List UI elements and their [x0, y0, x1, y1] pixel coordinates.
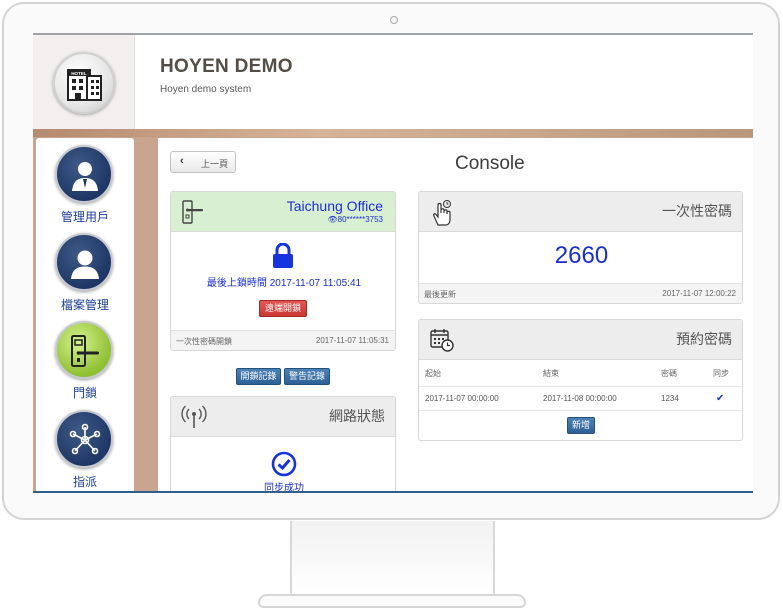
- network-panel-header: 網路狀態: [171, 397, 395, 437]
- reservation-end: 2017-11-08 00:00:00: [537, 386, 655, 411]
- network-panel: 網路狀態 同步成功: [170, 396, 396, 493]
- lock-panel-footer: 一次性密碼開鎖 2017-11-07 11:05:31: [171, 330, 395, 350]
- lock-panel-header: Taichung Office 👁80******3753: [171, 192, 395, 232]
- device-id: 👁80******3753: [327, 215, 383, 224]
- touch-hand-icon: [433, 200, 451, 226]
- reservation-code: 1234: [655, 386, 707, 411]
- lock-panel: Taichung Office 👁80******3753 最後上鎖時間 201…: [170, 191, 396, 351]
- sidebar: 管理用戶 檔案管理 門鎖 指派: [36, 138, 134, 491]
- checkmark-icon: ✔: [707, 386, 742, 411]
- main-content: ‹ 上一頁 Console Taichung Office 👁80******3…: [158, 138, 753, 493]
- app-header: HOTEL HOYEN DEMO Hoyen demo system: [33, 33, 753, 131]
- unlock-records-button[interactable]: 開鎖記錄: [236, 368, 281, 385]
- door-lock-icon: [55, 321, 113, 379]
- profile-icon: [55, 233, 113, 291]
- reservation-start: 2017-11-07 00:00:00: [419, 386, 537, 411]
- network-panel-title: 網路狀態: [329, 408, 385, 424]
- hotel-logo[interactable]: HOTEL: [53, 52, 115, 114]
- svg-text:HOTEL: HOTEL: [71, 71, 87, 76]
- remote-unlock-button[interactable]: 遠端開鎖: [259, 300, 307, 317]
- sidebar-item-users[interactable]: 管理用戶: [36, 142, 134, 230]
- sidebar-item-door-lock[interactable]: 門鎖: [36, 318, 134, 406]
- signal-icon: [181, 405, 207, 428]
- reservation-panel-header: 預約密碼: [419, 320, 742, 360]
- table-row[interactable]: 2017-11-07 00:00:00 2017-11-08 00:00:00 …: [419, 386, 742, 411]
- column-header: 結束: [537, 362, 655, 387]
- eye-icon: 👁: [327, 215, 338, 224]
- sidebar-item-assign[interactable]: 指派: [36, 407, 134, 491]
- otp-code: 2660: [554, 242, 609, 269]
- sync-status: 同步成功: [264, 483, 304, 493]
- sidebar-item-label: 檔案管理: [60, 298, 109, 312]
- chevron-left-icon: ‹: [180, 155, 184, 167]
- otp-panel-header: 一次性密碼: [419, 192, 742, 232]
- monitor-base: [258, 594, 526, 608]
- last-lock-info: 最後上鎖時間 2017-11-07 11:05:41: [206, 278, 362, 289]
- reservation-panel-title: 預約密碼: [676, 331, 732, 347]
- door-handle-icon: [182, 200, 203, 224]
- app-screen: HOTEL HOYEN DEMO Hoyen demo system 管理用戶 …: [33, 33, 753, 493]
- sidebar-item-label: 門鎖: [72, 386, 97, 400]
- reservation-panel: 預約密碼 起始 結束 密碼 同步 2017-11-07 00:00:00 201…: [418, 319, 743, 441]
- alert-records-button[interactable]: 警告記錄: [284, 368, 330, 385]
- table-header-row: 起始 結束 密碼 同步: [419, 362, 742, 387]
- otp-panel: 一次性密碼 2660 最後更新 2017-11-07 12:00:22: [418, 191, 743, 304]
- add-reservation-button[interactable]: 新增: [567, 417, 595, 434]
- app-subtitle: Hoyen demo system: [160, 84, 252, 95]
- header-divider: [33, 129, 753, 137]
- hotel-icon: HOTEL: [67, 69, 102, 101]
- column-header: 密碼: [655, 362, 707, 387]
- sidebar-item-label: 指派: [72, 475, 97, 489]
- sidebar-item-profiles[interactable]: 檔案管理: [36, 230, 134, 318]
- back-button[interactable]: ‹ 上一頁: [170, 151, 236, 173]
- sidebar-item-label: 管理用戶: [60, 210, 109, 224]
- monitor-stand: [290, 521, 495, 597]
- calendar-clock-icon: [430, 329, 454, 352]
- app-title: HOYEN DEMO: [160, 56, 293, 77]
- otp-panel-title: 一次性密碼: [662, 203, 732, 219]
- reservation-table: 起始 結束 密碼 同步 2017-11-07 00:00:00 2017-11-…: [419, 362, 742, 411]
- user-icon: [55, 145, 113, 203]
- column-header: 起始: [419, 362, 537, 387]
- otp-panel-footer: 最後更新 2017-11-07 12:00:22: [419, 283, 742, 303]
- column-header: 同步: [707, 362, 742, 387]
- network-icon: [55, 410, 113, 468]
- camera-dot: [390, 16, 398, 24]
- office-name: Taichung Office: [286, 198, 383, 214]
- logo-area: HOTEL: [33, 35, 135, 131]
- check-circle-icon: [271, 451, 297, 477]
- page-title: Console: [455, 153, 525, 174]
- lock-icon: [273, 243, 293, 268]
